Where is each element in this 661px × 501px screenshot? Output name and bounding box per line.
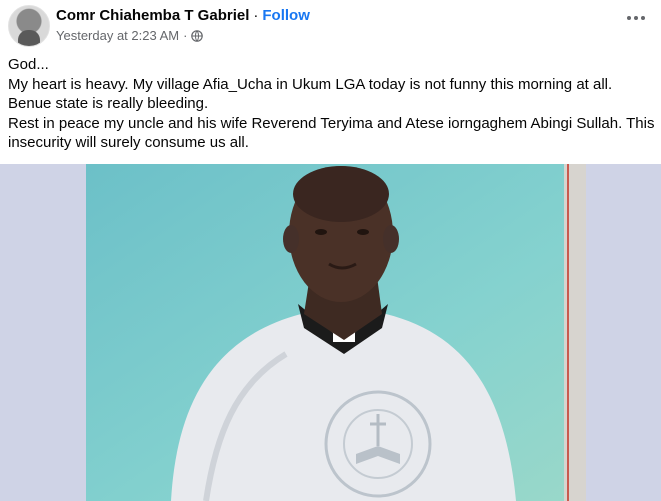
post-photo[interactable] (86, 164, 586, 501)
photo-container[interactable] (0, 164, 661, 501)
author-line: Comr Chiahemba T Gabriel · Follow (56, 7, 310, 24)
follow-button[interactable]: Follow (262, 7, 310, 24)
post-line: God... (8, 56, 49, 73)
meta-separator: · (183, 28, 188, 43)
post-line: Benue state is really bleeding. (8, 95, 209, 112)
post-header: Comr Chiahemba T Gabriel · Follow Yesterda… (0, 0, 661, 52)
post-timestamp[interactable]: Yesterday at 2:23 AM (56, 28, 179, 43)
post-line: My heart is heavy. My village Afia_Ucha … (8, 75, 613, 93)
facebook-post: Comr Chiahemba T Gabriel · Follow Yesterda… (0, 0, 661, 501)
more-options-icon[interactable] (627, 16, 647, 22)
post-line: Rest in peace my uncle and his wife Reve… (8, 114, 655, 152)
separator-dot: · (253, 7, 259, 24)
portrait-image (86, 164, 586, 501)
globe-icon[interactable] (191, 29, 204, 42)
post-text: God... My heart is heavy. My village Afi… (8, 55, 658, 153)
post-meta: Yesterday at 2:23 AM · (56, 28, 204, 43)
author-name[interactable]: Comr Chiahemba T Gabriel (56, 7, 249, 24)
author-avatar[interactable] (8, 5, 50, 47)
